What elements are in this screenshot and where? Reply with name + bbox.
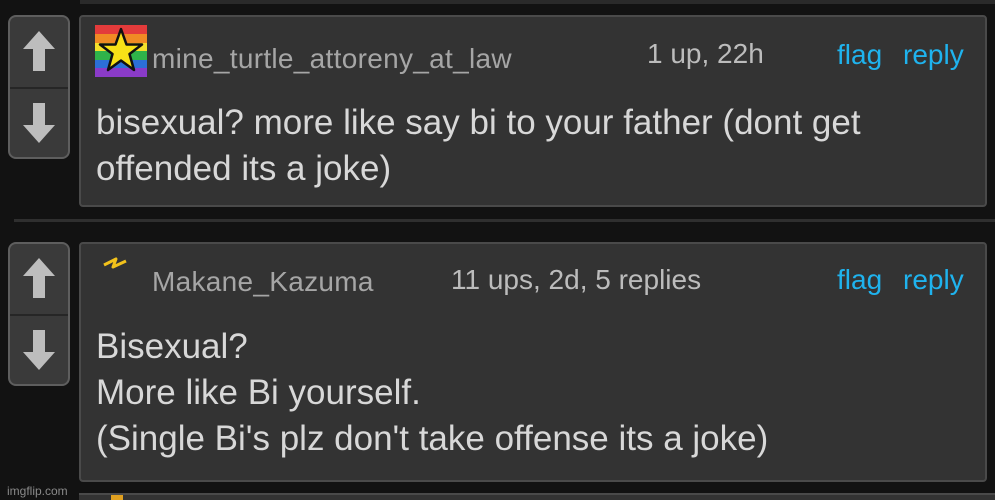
comment-text-line: (Single Bi's plz don't take offense its … <box>96 419 769 458</box>
user-avatar[interactable] <box>95 25 147 82</box>
upvote-button[interactable] <box>10 244 68 312</box>
arrow-up-icon <box>23 31 55 71</box>
arrow-down-icon <box>23 103 55 143</box>
arrow-down-icon <box>23 330 55 370</box>
reply-link[interactable]: reply <box>903 264 964 296</box>
watermark: imgflip.com <box>7 484 68 498</box>
comment-separator <box>14 219 995 222</box>
comment-text-line: Bisexual? <box>96 327 248 366</box>
next-comment-edge <box>79 493 995 500</box>
vote-column <box>8 15 70 159</box>
user-avatar[interactable] <box>101 255 133 286</box>
rainbow-star-icon <box>95 25 147 77</box>
reply-link[interactable]: reply <box>903 39 964 71</box>
downvote-button[interactable] <box>10 314 68 384</box>
vote-column <box>8 242 70 386</box>
username[interactable]: mine_turtle_attoreny_at_law <box>152 43 512 75</box>
previous-comment-edge <box>80 0 995 4</box>
comment-body: Makane_Kazuma 11 ups, 2d, 5 replies flag… <box>79 242 987 482</box>
next-avatar-edge <box>111 495 123 500</box>
lightning-icon <box>103 257 127 269</box>
comment-body: mine_turtle_attoreny_at_law 1 up, 22h fl… <box>79 15 987 207</box>
arrow-up-icon <box>23 258 55 298</box>
comment-text: Bisexual? More like Bi yourself. (Single… <box>96 324 768 462</box>
comment-text-line: More like Bi yourself. <box>96 373 421 412</box>
comment-meta: 11 ups, 2d, 5 replies <box>451 264 702 295</box>
comment-text-line: bisexual? more like say bi to your fathe… <box>96 103 861 142</box>
downvote-button[interactable] <box>10 87 68 157</box>
upvote-button[interactable] <box>10 17 68 85</box>
comment-text: bisexual? more like say bi to your fathe… <box>96 100 861 192</box>
comment-text-line: offended its a joke) <box>96 149 392 188</box>
username[interactable]: Makane_Kazuma <box>152 266 374 298</box>
flag-link[interactable]: flag <box>837 39 882 71</box>
comments-page: mine_turtle_attoreny_at_law 1 up, 22h fl… <box>0 0 995 500</box>
comment-meta: 1 up, 22h <box>647 38 764 69</box>
flag-link[interactable]: flag <box>837 264 882 296</box>
